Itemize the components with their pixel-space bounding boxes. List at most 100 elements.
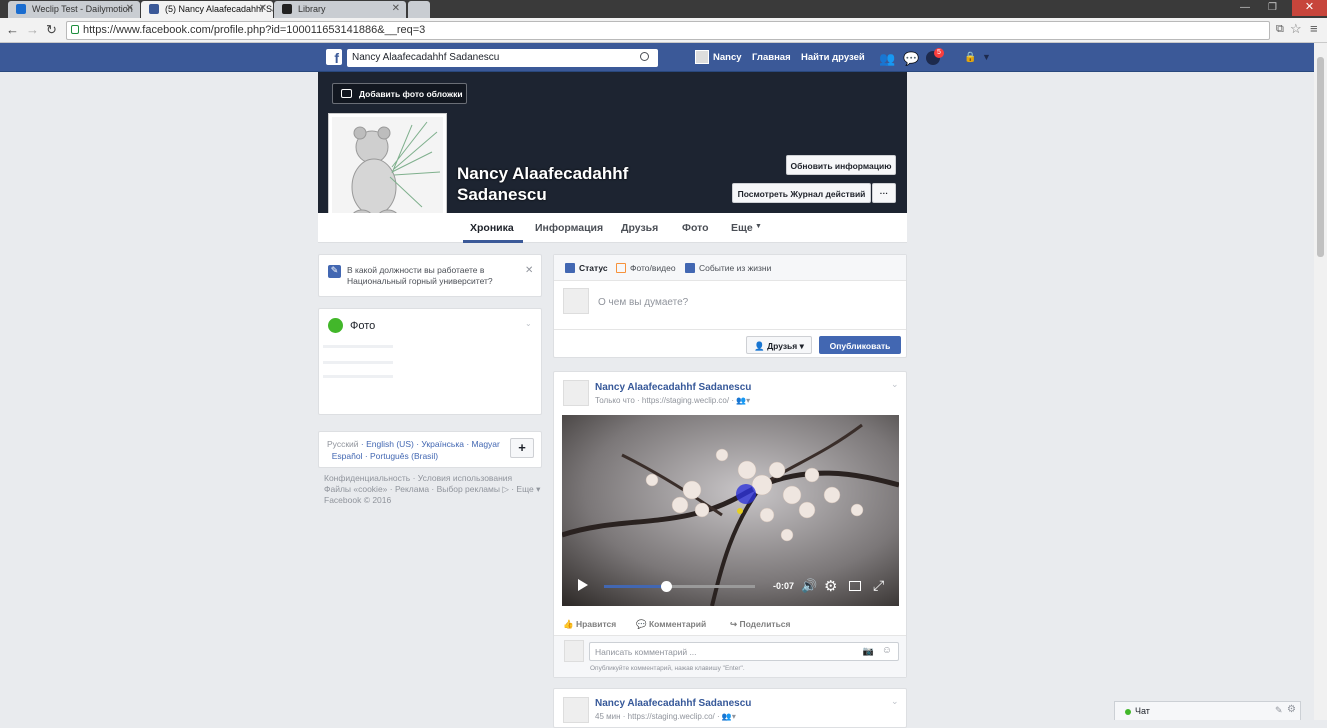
forward-icon[interactable]: → [26, 22, 39, 37]
play-icon[interactable] [578, 579, 588, 591]
avatar[interactable] [695, 50, 709, 64]
audience-icon[interactable]: 👥▾ [736, 396, 750, 405]
emoji-icon[interactable]: ☺ [882, 645, 892, 656]
chat-bar[interactable]: Чат ✎ ⚙ [1114, 701, 1301, 720]
find-friends-link[interactable]: Найти друзей [801, 52, 865, 63]
comment-button[interactable]: 💬 Комментарий [636, 619, 706, 630]
pencil-icon: ✎ [328, 265, 341, 278]
audience-selector[interactable]: 👤 Друзья ▾ [746, 336, 812, 354]
close-icon[interactable]: ✕ [126, 3, 134, 14]
post-author[interactable]: Nancy Alaafecadahhf Sadanescu [595, 698, 751, 709]
avatar [563, 288, 589, 314]
browser-tab-library[interactable]: Library ✕ [274, 1, 406, 18]
avatar[interactable] [563, 380, 589, 406]
camera-icon[interactable]: 📷 [863, 646, 874, 657]
avatar[interactable] [563, 697, 589, 723]
share-button[interactable]: ↪ Поделиться [730, 619, 791, 630]
url-input[interactable]: https://www.facebook.com/profile.php?id=… [66, 21, 1270, 40]
window-close-icon[interactable]: ✕ [1292, 0, 1327, 16]
composer-input[interactable]: О чем вы думаете? [598, 297, 688, 308]
fullscreen-icon[interactable]: ⤢ [873, 577, 884, 594]
like-button[interactable]: 👍 Нравится [563, 619, 616, 630]
photos-title[interactable]: Фото [350, 320, 375, 332]
chevron-down-icon[interactable]: ⌄ [891, 379, 899, 390]
video-scrubber-handle[interactable] [660, 581, 672, 592]
footer-links: Конфиденциальность · Условия использован… [324, 473, 540, 506]
scrollbar-thumb[interactable] [1317, 57, 1324, 257]
job-prompt-card: ✎ В какой должности вы работаете в Нацио… [318, 254, 542, 297]
picture-in-picture-icon[interactable] [849, 581, 861, 591]
messages-icon[interactable]: 💬 [903, 51, 919, 67]
language-link[interactable]: English (US) [366, 439, 414, 449]
language-link[interactable]: Magyar [472, 439, 500, 449]
post-meta: Только что · https://staging.weclip.co/ … [595, 396, 750, 405]
close-icon[interactable]: ✕ [392, 3, 400, 14]
home-link[interactable]: Главная [752, 52, 791, 63]
video-progress-fill [604, 585, 666, 588]
close-icon[interactable]: ✕ [525, 265, 533, 276]
footer-line[interactable]: Файлы «cookie» · Реклама · Выбор рекламы… [324, 484, 540, 495]
footer-line[interactable]: Конфиденциальность · Условия использован… [324, 473, 540, 484]
post-author[interactable]: Nancy Alaafecadahhf Sadanescu [595, 382, 751, 393]
life-event-tab[interactable]: Событие из жизни [699, 263, 771, 273]
volume-icon[interactable]: 🔊 [801, 578, 817, 594]
chevron-down-icon[interactable]: ⌄ [525, 319, 532, 328]
comment-placeholder: Написать комментарий ... [595, 647, 697, 657]
divider [554, 329, 906, 330]
add-language-button[interactable]: + [510, 438, 534, 458]
facebook-logo-icon[interactable]: f [326, 49, 342, 66]
menu-icon[interactable]: ≡ [1310, 21, 1318, 36]
minimize-icon[interactable]: — [1240, 2, 1250, 13]
notification-badge: 5 [934, 48, 944, 58]
search-icon[interactable] [640, 52, 649, 61]
translate-icon[interactable]: ⧉ [1276, 23, 1284, 36]
tab-timeline[interactable]: Хроника [470, 222, 514, 234]
page-scrollbar[interactable] [1314, 43, 1327, 720]
tab-friends[interactable]: Друзья [621, 222, 658, 234]
maximize-icon[interactable]: ❐ [1268, 2, 1277, 13]
address-bar: ← → ↻ https://www.facebook.com/profile.p… [0, 18, 1327, 43]
chevron-down-icon[interactable]: ⌄ [891, 696, 899, 707]
status-tab[interactable]: Статус [579, 263, 608, 273]
language-link[interactable]: Українська [421, 439, 464, 449]
language-link[interactable]: Português (Brasil) [370, 451, 438, 461]
job-prompt-text[interactable]: В какой должности вы работаете в Национа… [347, 265, 517, 287]
video-player[interactable]: -0:07 🔊 ⚙ ⤢ [562, 415, 899, 606]
browser-tab-dailymotion[interactable]: Weclip Test - Dailymotion ✕ [8, 1, 140, 18]
add-cover-button[interactable]: Добавить фото обложки [332, 83, 467, 104]
reload-icon[interactable]: ↻ [46, 22, 57, 38]
update-info-button[interactable]: Обновить информацию [786, 155, 896, 175]
search-input[interactable]: Nancy Alaafecadahhf Sadanescu [347, 49, 658, 67]
tab-about[interactable]: Информация [535, 222, 603, 234]
video-progress-bar[interactable] [604, 581, 755, 592]
new-tab-button[interactable] [408, 1, 430, 18]
profile-link[interactable]: Nancy [713, 52, 742, 63]
settings-icon[interactable]: ⚙ [824, 577, 837, 595]
chevron-down-icon[interactable]: ▼ [982, 52, 991, 62]
more-options-button[interactable]: ··· [872, 183, 896, 203]
tab-photos[interactable]: Фото [682, 222, 709, 234]
gear-icon[interactable]: ⚙ [1287, 704, 1296, 715]
publish-button[interactable]: Опубликовать [819, 336, 901, 354]
star-icon[interactable]: ☆ [1290, 21, 1302, 37]
friend-requests-icon[interactable]: 👥 [879, 51, 895, 67]
profile-tabs: Хроника Информация Друзья Фото Еще ▼ [318, 213, 907, 243]
browser-tab-facebook[interactable]: (5) Nancy Alaafecadahhf Sadanescu ✕ [141, 1, 273, 18]
new-message-icon[interactable]: ✎ [1275, 705, 1283, 716]
comment-hint: Опубликуйте комментарий, нажав клавишу "… [590, 665, 745, 672]
comment-input[interactable]: Написать комментарий ... 📷 ☺ [589, 642, 899, 661]
photo-video-tab[interactable]: Фото/видео [630, 263, 676, 273]
activity-log-button[interactable]: Посмотреть Журнал действий [732, 183, 871, 203]
privacy-shortcuts-icon[interactable]: 🔒 [964, 52, 976, 63]
language-link[interactable]: Español [332, 451, 363, 461]
status-icon [565, 263, 575, 273]
languages-card: Русский · English (US) · Українська · Ma… [318, 431, 542, 468]
chevron-down-icon: ▼ [755, 223, 762, 230]
close-icon[interactable]: ✕ [259, 3, 267, 14]
loading-placeholder [323, 345, 393, 348]
lock-icon [71, 25, 79, 34]
photos-card: Фото ⌄ [318, 308, 542, 415]
post-meta-text[interactable]: Только что · https://staging.weclip.co/ … [595, 396, 734, 405]
tab-more[interactable]: Еще [731, 222, 753, 234]
back-icon[interactable]: ← [6, 22, 19, 37]
